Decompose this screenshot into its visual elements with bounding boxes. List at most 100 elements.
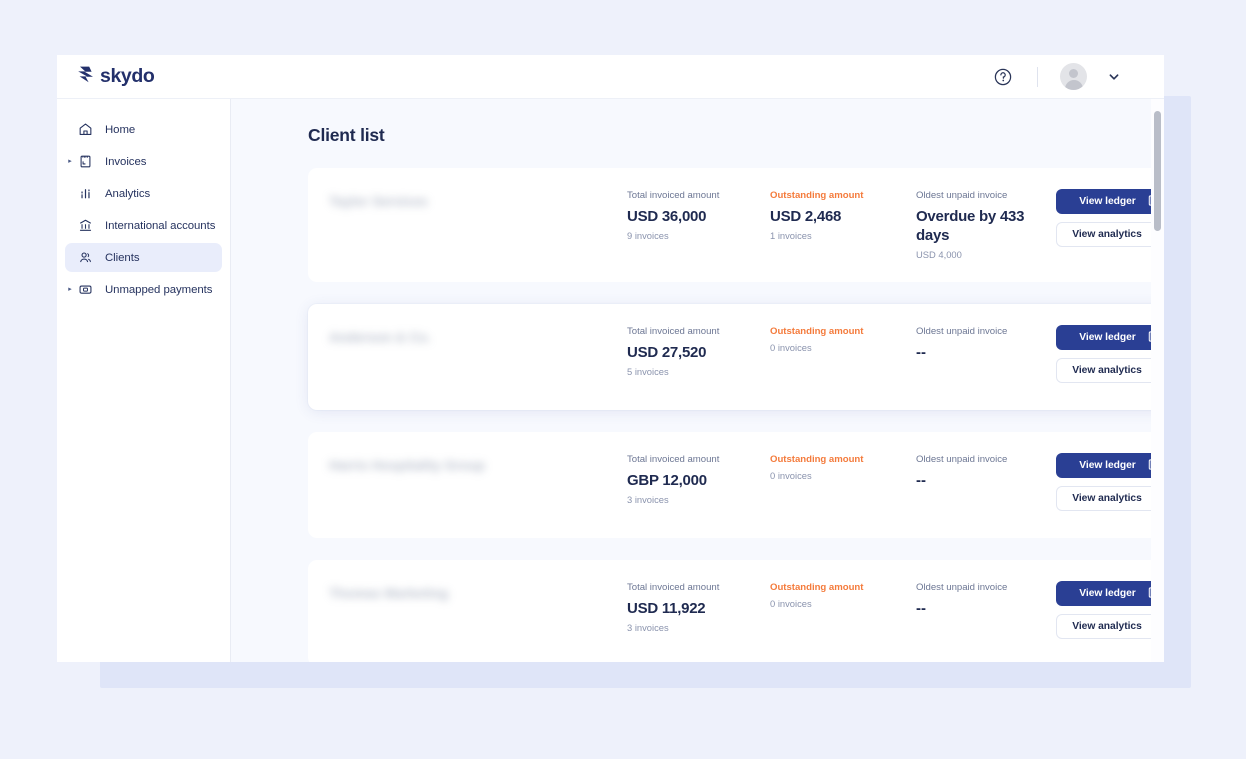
- view-ledger-button[interactable]: View ledger: [1056, 189, 1164, 214]
- metric-invoice-count: 0 invoices: [770, 597, 812, 609]
- top-bar-actions: [991, 63, 1123, 90]
- sidebar-item-analytics[interactable]: Analytics: [65, 179, 222, 208]
- view-analytics-button[interactable]: View analytics: [1056, 486, 1164, 511]
- sidebar-item-home[interactable]: Home: [65, 115, 222, 144]
- metric-label: Outstanding amount: [770, 582, 864, 593]
- view-ledger-label: View ledger: [1079, 460, 1136, 471]
- client-card[interactable]: Taylor Services Total invoiced amount US…: [308, 168, 1164, 282]
- metric-oldest-unpaid: Oldest unpaid invoice --: [916, 326, 1056, 379]
- top-bar: skydo: [57, 55, 1164, 99]
- metric-invoice-count: 3 invoices: [627, 622, 669, 634]
- sidebar-item-international-accounts[interactable]: International accounts: [65, 211, 222, 240]
- metric-outstanding: Outstanding amount USD 2,468 1 invoices: [770, 190, 916, 262]
- metric-value: --: [916, 343, 926, 361]
- client-name-text: Harris Hospitality Group: [329, 458, 486, 473]
- vertical-scrollbar-track[interactable]: [1151, 99, 1164, 662]
- metric-value: --: [916, 471, 926, 489]
- sidebar-item-label: Unmapped payments: [105, 283, 213, 296]
- metric-label: Total invoiced amount: [627, 326, 720, 337]
- user-avatar-icon[interactable]: [1060, 63, 1087, 90]
- client-metrics: Total invoiced amount USD 11,922 3 invoi…: [627, 580, 1056, 635]
- metric-invoice-count: 9 invoices: [627, 230, 669, 242]
- card-actions: View ledger View analytics: [1056, 324, 1164, 383]
- metric-total-invoiced: Total invoiced amount USD 27,520 5 invoi…: [627, 326, 770, 379]
- metric-outstanding: Outstanding amount 0 invoices: [770, 326, 916, 379]
- metric-total-invoiced: Total invoiced amount GBP 12,000 3 invoi…: [627, 454, 770, 507]
- metric-label: Oldest unpaid invoice: [916, 190, 1008, 201]
- client-name-text: Anderson & Co.: [329, 330, 432, 345]
- client-name-redacted: Harris Hospitality Group: [329, 457, 627, 475]
- metric-value: Overdue by 433 days: [916, 207, 1025, 245]
- view-analytics-label: View analytics: [1072, 621, 1142, 632]
- metric-label: Oldest unpaid invoice: [916, 454, 1008, 465]
- view-analytics-label: View analytics: [1072, 365, 1142, 376]
- view-analytics-button[interactable]: View analytics: [1056, 358, 1164, 383]
- brand-logo[interactable]: skydo: [76, 64, 155, 89]
- metric-total-invoiced: Total invoiced amount USD 36,000 9 invoi…: [627, 190, 770, 262]
- sidebar-item-label: Home: [105, 123, 136, 136]
- main-content: Client list Taylor Services Total invoic…: [231, 99, 1164, 662]
- card-actions: View ledger View analytics: [1056, 580, 1164, 639]
- view-analytics-button[interactable]: View analytics: [1056, 222, 1164, 247]
- client-name-text: Thomas Marketing: [329, 586, 449, 601]
- view-analytics-button[interactable]: View analytics: [1056, 614, 1164, 639]
- sidebar-item-label: Analytics: [105, 187, 151, 200]
- chevron-right-icon: ▸: [68, 286, 72, 293]
- metric-label: Oldest unpaid invoice: [916, 582, 1008, 593]
- client-metrics: Total invoiced amount USD 36,000 9 invoi…: [627, 188, 1056, 262]
- metric-invoice-count: 0 invoices: [770, 469, 812, 481]
- vertical-scrollbar-thumb[interactable]: [1154, 111, 1161, 231]
- skydo-logo-icon: [76, 65, 96, 89]
- view-ledger-button[interactable]: View ledger: [1056, 581, 1164, 606]
- page-title: Client list: [308, 125, 385, 145]
- client-card[interactable]: Thomas Marketing Total invoiced amount U…: [308, 560, 1164, 662]
- chevron-down-icon[interactable]: [1105, 68, 1123, 86]
- metric-invoice-count: 5 invoices: [627, 366, 669, 378]
- metric-oldest-unpaid: Oldest unpaid invoice --: [916, 582, 1056, 635]
- metric-label: Outstanding amount: [770, 326, 864, 337]
- view-analytics-label: View analytics: [1072, 493, 1142, 504]
- view-analytics-label: View analytics: [1072, 229, 1142, 240]
- metric-invoice-count: 3 invoices: [627, 494, 669, 506]
- invoice-document-icon: [77, 153, 94, 170]
- card-actions: View ledger View analytics: [1056, 452, 1164, 511]
- metric-invoice-count: 0 invoices: [770, 341, 812, 353]
- chevron-right-icon: ▸: [68, 158, 72, 165]
- sidebar-item-unmapped-payments[interactable]: ▸ Unmapped payments: [65, 275, 222, 304]
- metric-value: USD 36,000: [627, 207, 707, 225]
- view-ledger-label: View ledger: [1079, 332, 1136, 343]
- metric-label: Total invoiced amount: [627, 582, 720, 593]
- sidebar-nav: Home ▸ Invoices Analytics International …: [57, 99, 231, 662]
- metric-value: --: [916, 599, 926, 617]
- metric-oldest-unpaid: Oldest unpaid invoice Overdue by 433 day…: [916, 190, 1056, 262]
- client-name-redacted: Taylor Services: [329, 193, 627, 211]
- brand-wordmark: skydo: [100, 64, 155, 87]
- client-card[interactable]: Harris Hospitality Group Total invoiced …: [308, 432, 1164, 538]
- client-name-redacted: Thomas Marketing: [329, 585, 627, 603]
- sidebar-item-invoices[interactable]: ▸ Invoices: [65, 147, 222, 176]
- metric-value: USD 2,468: [770, 207, 842, 225]
- metric-label: Outstanding amount: [770, 454, 864, 465]
- metric-outstanding: Outstanding amount 0 invoices: [770, 582, 916, 635]
- bar-chart-icon: [77, 185, 94, 202]
- client-metrics: Total invoiced amount GBP 12,000 3 invoi…: [627, 452, 1056, 507]
- sidebar-item-label: International accounts: [105, 219, 216, 232]
- card-actions: View ledger View analytics: [1056, 188, 1164, 247]
- metric-label: Total invoiced amount: [627, 454, 720, 465]
- metric-oldest-unpaid: Oldest unpaid invoice --: [916, 454, 1056, 507]
- metric-outstanding: Outstanding amount 0 invoices: [770, 454, 916, 507]
- view-ledger-label: View ledger: [1079, 588, 1136, 599]
- payment-card-icon: [77, 281, 94, 298]
- metric-label: Outstanding amount: [770, 190, 864, 201]
- view-ledger-label: View ledger: [1079, 196, 1136, 207]
- view-ledger-button[interactable]: View ledger: [1056, 325, 1164, 350]
- view-ledger-button[interactable]: View ledger: [1056, 453, 1164, 478]
- home-icon: [77, 121, 94, 138]
- metric-invoice-count: 1 invoices: [770, 230, 812, 242]
- client-card-list: Taylor Services Total invoiced amount US…: [308, 168, 1164, 662]
- client-name-redacted: Anderson & Co.: [329, 329, 627, 347]
- sidebar-item-clients[interactable]: Clients: [65, 243, 222, 272]
- client-card[interactable]: Anderson & Co. Total invoiced amount USD…: [308, 304, 1164, 410]
- question-circle-icon[interactable]: [991, 65, 1015, 89]
- metric-value: USD 11,922: [627, 599, 706, 617]
